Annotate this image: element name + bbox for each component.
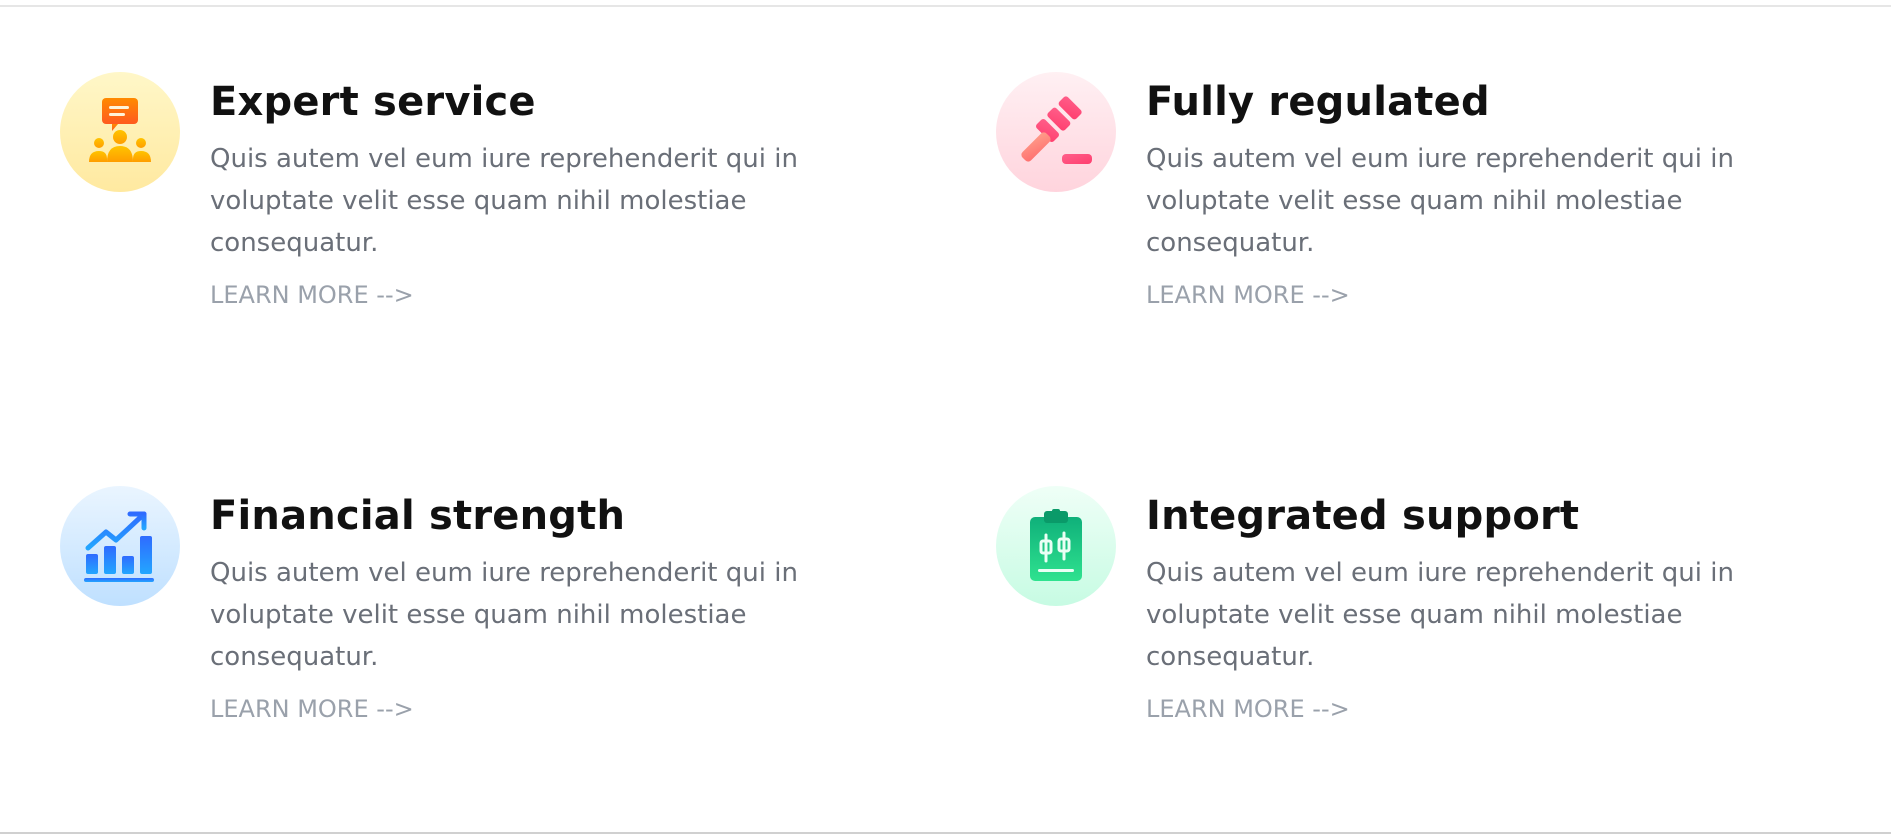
- feature-financial-strength: Financial strength Quis autem vel eum iu…: [60, 486, 798, 786]
- feature-title: Fully regulated: [1146, 79, 1490, 125]
- learn-more-link[interactable]: LEARN MORE -->: [1146, 278, 1350, 312]
- feature-title: Integrated support: [1146, 493, 1580, 539]
- growth-chart-icon: [60, 486, 180, 606]
- feature-description: Quis autem vel eum iure reprehenderit qu…: [1146, 144, 1734, 258]
- feature-text: Financial strength Quis autem vel eum iu…: [210, 486, 830, 726]
- feature-expert-service: Expert service Quis autem vel eum iure r…: [60, 72, 798, 372]
- top-divider: [0, 5, 1891, 7]
- gavel-icon: [996, 72, 1116, 192]
- feature-description: Quis autem vel eum iure reprehenderit qu…: [210, 558, 798, 672]
- feature-title: Financial strength: [210, 493, 626, 539]
- feature-fully-regulated: Fully regulated Quis autem vel eum iure …: [996, 72, 1734, 372]
- feature-text: Fully regulated Quis autem vel eum iure …: [1146, 72, 1766, 312]
- feature-description: Quis autem vel eum iure reprehenderit qu…: [210, 144, 798, 258]
- feature-integrated-support: Integrated support Quis autem vel eum iu…: [996, 486, 1734, 786]
- feature-description: Quis autem vel eum iure reprehenderit qu…: [1146, 558, 1734, 672]
- feature-title: Expert service: [210, 79, 536, 125]
- clipboard-chart-icon: [996, 486, 1116, 606]
- learn-more-link[interactable]: LEARN MORE -->: [210, 278, 414, 312]
- feature-text: Integrated support Quis autem vel eum iu…: [1146, 486, 1766, 726]
- expert-team-icon: [60, 72, 180, 192]
- learn-more-link[interactable]: LEARN MORE -->: [210, 692, 414, 726]
- learn-more-link[interactable]: LEARN MORE -->: [1146, 692, 1350, 726]
- feature-text: Expert service Quis autem vel eum iure r…: [210, 72, 830, 312]
